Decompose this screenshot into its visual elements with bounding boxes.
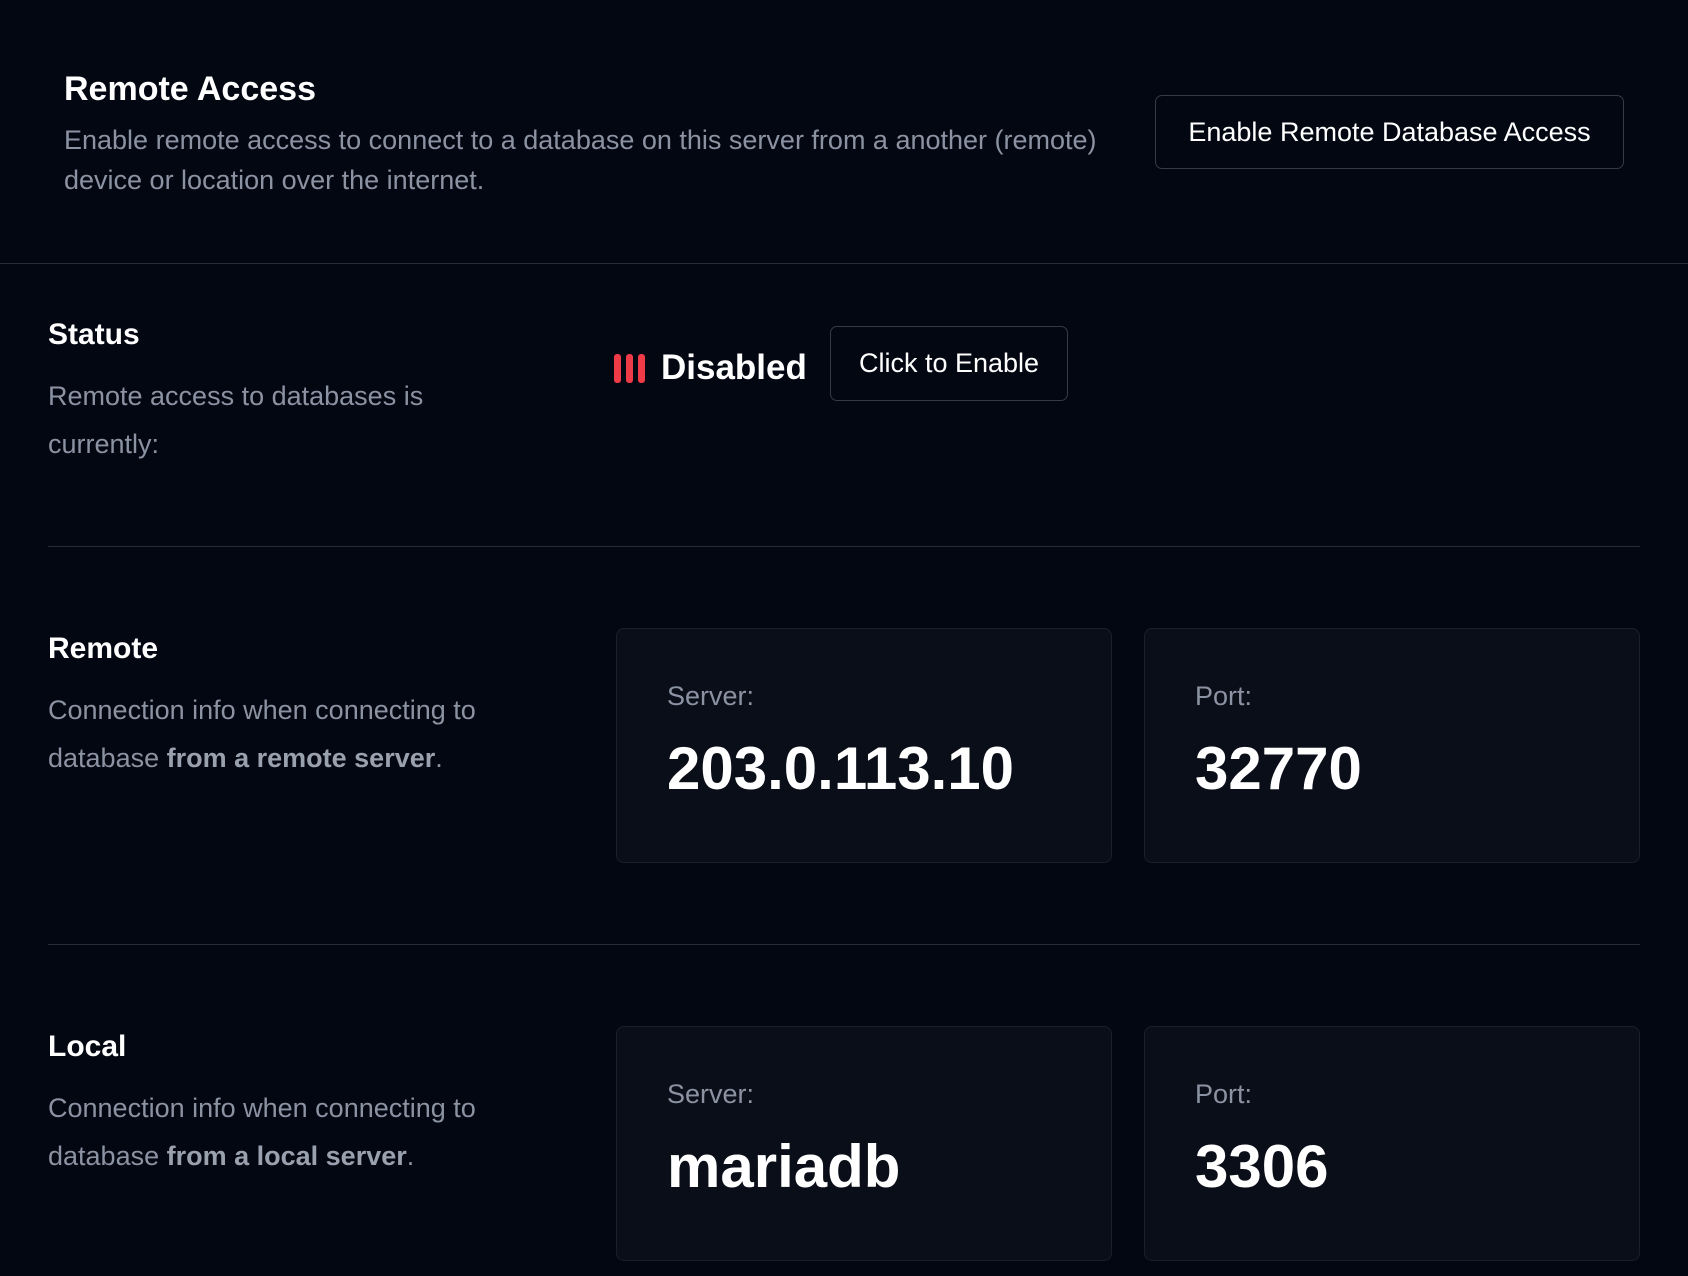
- page-description: Enable remote access to connect to a dat…: [64, 125, 1097, 195]
- remote-title: Remote: [48, 632, 159, 665]
- status-description: Remote access to databases is currently:: [48, 381, 424, 459]
- local-server-label: Server:: [667, 1079, 755, 1109]
- status-bars-icon: [614, 353, 645, 383]
- enable-remote-access-button[interactable]: Enable Remote Database Access: [1155, 95, 1624, 169]
- click-to-enable-button[interactable]: Click to Enable: [830, 326, 1068, 401]
- status-value: Disabled: [661, 348, 807, 387]
- divider: [48, 944, 1640, 945]
- local-port-card: Port: 3306: [1144, 1026, 1640, 1261]
- status-indicator: Disabled: [614, 348, 807, 388]
- local-server-value: mariadb: [667, 1133, 901, 1200]
- local-title: Local: [48, 1030, 127, 1063]
- local-description: Connection info when connecting to datab…: [48, 1093, 476, 1171]
- remote-port-label: Port:: [1195, 681, 1253, 711]
- local-port-value: 3306: [1195, 1133, 1329, 1200]
- remote-port-card: Port: 32770: [1144, 628, 1640, 863]
- page-title: Remote Access: [64, 70, 316, 108]
- local-server-card: Server: mariadb: [616, 1026, 1112, 1261]
- remote-server-card: Server: 203.0.113.10: [616, 628, 1112, 863]
- remote-port-value: 32770: [1195, 735, 1362, 802]
- remote-access-header: Remote Access Enable remote access to co…: [0, 0, 1688, 264]
- remote-access-page: Remote Access Enable remote access to co…: [0, 0, 1688, 1276]
- remote-description: Connection info when connecting to datab…: [48, 695, 476, 773]
- local-description-emphasis: from a local server: [166, 1141, 407, 1171]
- remote-description-emphasis: from a remote server: [166, 743, 436, 773]
- remote-server-value: 203.0.113.10: [667, 735, 1015, 802]
- divider: [48, 546, 1640, 547]
- status-title: Status: [48, 318, 140, 351]
- local-port-label: Port:: [1195, 1079, 1253, 1109]
- remote-server-label: Server:: [667, 681, 755, 711]
